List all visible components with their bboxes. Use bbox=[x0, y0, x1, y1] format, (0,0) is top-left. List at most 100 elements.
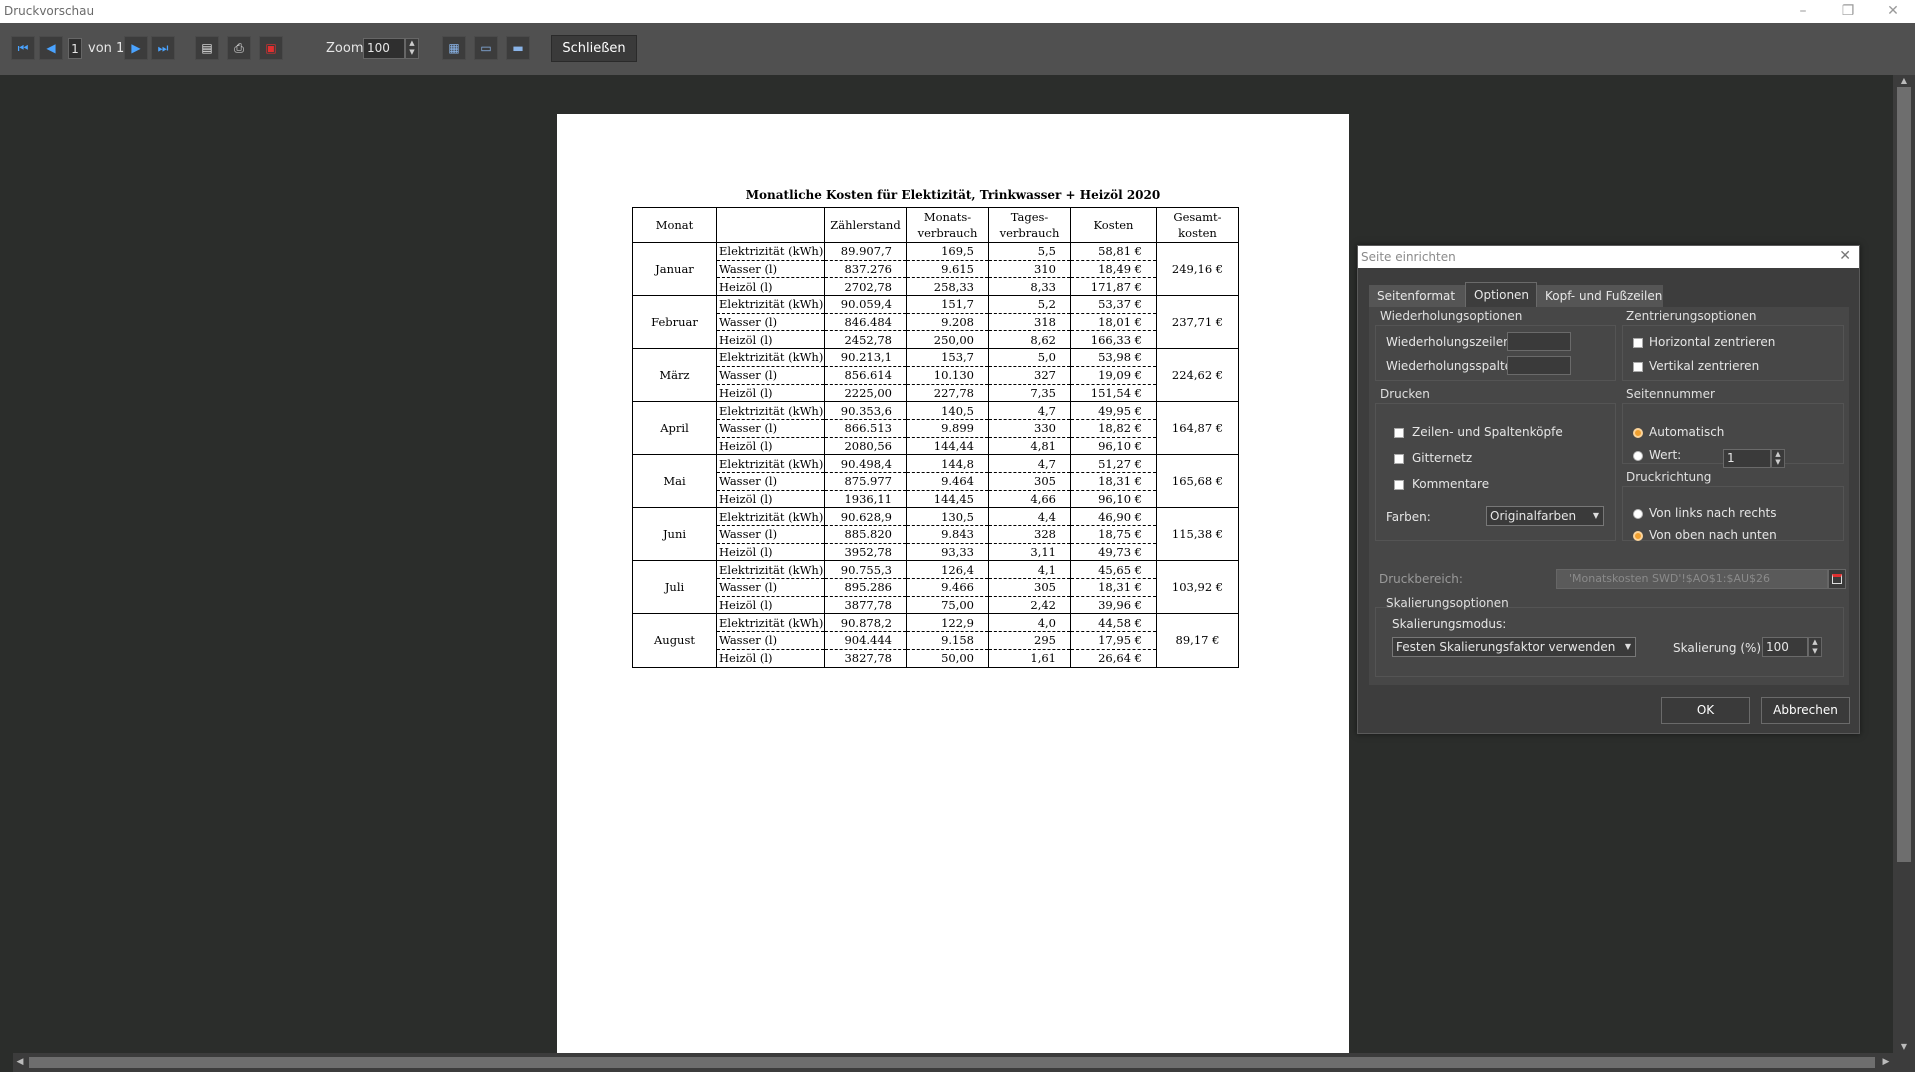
tab-options[interactable]: Optionen bbox=[1465, 282, 1537, 307]
column-header: Gesamt- kosten bbox=[1156, 207, 1239, 243]
dialog-close-icon[interactable]: ✕ bbox=[1839, 248, 1851, 264]
value-cell: 3877,78 bbox=[824, 596, 907, 615]
vertical-scrollbar[interactable]: ▲ ▼ bbox=[1893, 75, 1915, 1053]
value-cell: 49,95 € bbox=[1070, 401, 1157, 420]
close-preview-button[interactable]: Schließen bbox=[551, 35, 637, 62]
horizontal-scrollbar[interactable]: ◀ ▶ bbox=[13, 1053, 1893, 1072]
scaling-mode-select[interactable]: Festen Skalierungsfaktor verwenden ▼ bbox=[1392, 637, 1636, 657]
value-cell: 5,2 bbox=[988, 295, 1071, 314]
meter-type-cell: Wasser (l) bbox=[716, 631, 825, 650]
spin-down-icon[interactable]: ▼ bbox=[1772, 458, 1784, 466]
value-cell: 18,01 € bbox=[1070, 313, 1157, 332]
first-page-icon[interactable]: ⏮ bbox=[11, 36, 35, 60]
meter-type-cell: Heizöl (l) bbox=[716, 490, 825, 509]
repeat-rows-input[interactable] bbox=[1507, 332, 1571, 351]
value-cell: 18,31 € bbox=[1070, 472, 1157, 491]
spin-up-icon[interactable]: ▲ bbox=[1772, 450, 1784, 458]
column-header: Zählerstand bbox=[824, 207, 907, 243]
center-vertical-checkbox[interactable] bbox=[1633, 362, 1643, 372]
value-cell: 49,73 € bbox=[1070, 543, 1157, 562]
value-cell: 5,5 bbox=[988, 242, 1071, 261]
range-picker-button[interactable] bbox=[1828, 569, 1846, 589]
table-row: August Elektrizität (kWh) 90.878,2 122,9 4,0… bbox=[632, 613, 1239, 668]
value-cell: 9.464 bbox=[906, 472, 989, 491]
value-cell: 130,5 bbox=[906, 507, 989, 526]
full-width-view-icon[interactable]: ▭ bbox=[474, 36, 498, 60]
next-page-icon[interactable]: ▶ bbox=[124, 36, 148, 60]
gridlines-checkbox[interactable] bbox=[1394, 454, 1404, 464]
column-header: Monat bbox=[632, 207, 717, 243]
page-number-spinner[interactable]: ▲ ▼ bbox=[1771, 449, 1785, 468]
page-number-value-input[interactable]: 1 bbox=[1723, 449, 1771, 468]
table-row: März Elektrizität (kWh) 90.213,1 153,7 5,0 53… bbox=[632, 348, 1239, 403]
colors-label: Farben: bbox=[1386, 510, 1431, 524]
value-cell: 10.130 bbox=[906, 366, 989, 385]
close-window-icon[interactable]: ✕ bbox=[1871, 0, 1915, 23]
meter-type-cell: Heizöl (l) bbox=[716, 384, 825, 403]
scaling-factor-input[interactable]: 100 bbox=[1762, 637, 1808, 657]
value-cell: 140,5 bbox=[906, 401, 989, 420]
direction-ttb-label: Von oben nach unten bbox=[1649, 528, 1777, 542]
scroll-up-icon[interactable]: ▲ bbox=[1893, 75, 1915, 87]
ok-button[interactable]: OK bbox=[1661, 697, 1750, 724]
spin-up-icon[interactable]: ▲ bbox=[406, 39, 418, 48]
total-cost-cell: 165,68 € bbox=[1156, 454, 1239, 509]
cancel-button[interactable]: Abbrechen bbox=[1761, 697, 1850, 724]
value-cell: 151,54 € bbox=[1070, 384, 1157, 403]
zoom-input[interactable]: 100 bbox=[363, 38, 405, 59]
scaling-factor-spinner[interactable]: ▲ ▼ bbox=[1808, 637, 1822, 657]
value-cell: 90.628,9 bbox=[824, 507, 907, 526]
print-range-input[interactable]: 'Monatskosten SWD'!$AO$1:$AU$26 bbox=[1556, 569, 1828, 589]
spin-up-icon[interactable]: ▲ bbox=[1809, 638, 1821, 647]
minimize-icon[interactable]: – bbox=[1781, 0, 1825, 23]
column-header: Monats- verbrauch bbox=[906, 207, 989, 243]
scroll-right-icon[interactable]: ▶ bbox=[1879, 1053, 1893, 1072]
value-cell: 53,37 € bbox=[1070, 295, 1157, 314]
scroll-down-icon[interactable]: ▼ bbox=[1893, 1041, 1915, 1053]
repeat-cols-input[interactable] bbox=[1507, 356, 1571, 375]
page-number-auto-radio[interactable] bbox=[1633, 428, 1643, 438]
direction-ltr-radio[interactable] bbox=[1633, 509, 1643, 519]
value-cell: 51,27 € bbox=[1070, 454, 1157, 473]
meter-type-cell: Elektrizität (kWh) bbox=[716, 401, 825, 420]
direction-ttb-radio[interactable] bbox=[1633, 531, 1643, 541]
meter-type-cell: Heizöl (l) bbox=[716, 277, 825, 297]
page-setup-icon[interactable]: ▤ bbox=[195, 36, 219, 60]
spin-down-icon[interactable]: ▼ bbox=[406, 48, 418, 57]
chevron-down-icon: ▼ bbox=[1592, 511, 1599, 520]
page-number-input[interactable]: 1 bbox=[68, 38, 82, 59]
row-col-headers-checkbox[interactable] bbox=[1394, 428, 1404, 438]
meter-type-cell: Heizöl (l) bbox=[716, 649, 825, 668]
value-cell: 9.615 bbox=[906, 260, 989, 279]
previous-page-icon[interactable]: ◀ bbox=[39, 36, 63, 60]
value-cell: 144,44 bbox=[906, 437, 989, 456]
single-page-view-icon[interactable]: ▦ bbox=[442, 36, 466, 60]
value-cell: 89.907,7 bbox=[824, 242, 907, 261]
centering-title: Zentrierungsoptionen bbox=[1626, 309, 1757, 323]
last-page-icon[interactable]: ⏭ bbox=[151, 36, 175, 60]
zoom-spinner[interactable]: ▲ ▼ bbox=[405, 38, 419, 59]
full-page-view-icon[interactable]: ▬ bbox=[506, 36, 530, 60]
value-cell: 45,65 € bbox=[1070, 560, 1157, 580]
tab-header-footer[interactable]: Kopf- und Fußzeilen bbox=[1537, 285, 1663, 307]
spin-down-icon[interactable]: ▼ bbox=[1809, 647, 1821, 656]
vertical-scroll-thumb[interactable] bbox=[1897, 87, 1911, 862]
value-cell: 258,33 bbox=[906, 277, 989, 297]
value-cell: 4,1 bbox=[988, 560, 1071, 580]
print-icon[interactable]: ⎙ bbox=[227, 36, 251, 60]
value-cell: 18,82 € bbox=[1070, 419, 1157, 438]
page-number-value-radio[interactable] bbox=[1633, 451, 1643, 461]
value-cell: 885.820 bbox=[824, 525, 907, 544]
tab-page-format[interactable]: Seitenformat bbox=[1369, 285, 1465, 307]
value-cell: 866.513 bbox=[824, 419, 907, 438]
table-row: Wasser (l) 846.484 9.208 318 18,01 € bbox=[633, 313, 1239, 332]
scroll-left-icon[interactable]: ◀ bbox=[13, 1053, 27, 1072]
colors-select[interactable]: Originalfarben ▼ bbox=[1486, 506, 1604, 526]
export-pdf-icon[interactable]: ▣ bbox=[259, 36, 283, 60]
horizontal-scroll-thumb[interactable] bbox=[29, 1057, 1875, 1068]
page-number-auto-label: Automatisch bbox=[1649, 425, 1725, 439]
restore-icon[interactable]: ❐ bbox=[1826, 0, 1870, 23]
center-horizontal-checkbox[interactable] bbox=[1633, 338, 1643, 348]
value-cell: 2702,78 bbox=[824, 277, 907, 297]
comments-checkbox[interactable] bbox=[1394, 480, 1404, 490]
